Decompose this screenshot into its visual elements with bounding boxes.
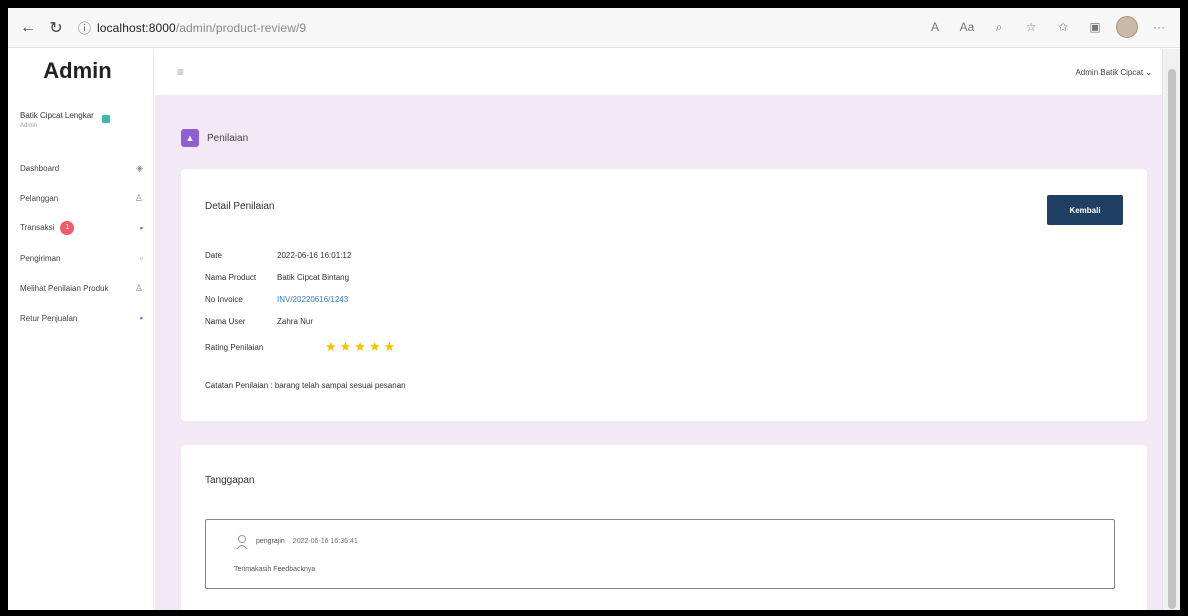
sidebar-item-label: Transaksi 1 (20, 221, 140, 235)
reply-date: 2022-06-16 16:36:41 (292, 538, 358, 545)
detail-row-date: Date 2022-06-16 16:01:12 (205, 251, 351, 260)
detail-label: No Invoice (205, 295, 243, 304)
note-label: Catatan Penilaian : (205, 381, 273, 390)
browser-tools: A Aa ⌕ ☆ ✩ ▣ ··· (924, 14, 1170, 40)
detail-label: Date (205, 251, 222, 260)
detail-card: Detail Penilaian Kembali Date 2022-06-16… (181, 169, 1147, 421)
sidebar-item-label: Dashboard (20, 163, 60, 173)
profile-avatar[interactable] (1116, 16, 1138, 38)
topbar: ≡ Admin Batik Cipcat ⌄ (155, 49, 1162, 95)
collections-icon[interactable]: ▣ (1084, 14, 1106, 40)
sidebar-item-transaksi[interactable]: Transaksi 1 ▪ (8, 213, 153, 243)
scrollbar[interactable] (1162, 49, 1180, 610)
note-row: Catatan Penilaian : barang telah sampai … (205, 381, 406, 390)
detail-label: Nama Product (205, 273, 257, 282)
detail-row-invoice: No Invoice INV/20220616/1243 (205, 295, 348, 304)
reply-meta: pengrajin 2022-06-16 16:36:41 (256, 538, 358, 545)
favorite-add-icon[interactable]: ☆ (1020, 14, 1042, 40)
zoom-icon[interactable]: ⌕ (988, 14, 1010, 40)
scrollbar-thumb[interactable] (1168, 69, 1176, 609)
rating-row: Rating Penilaian ★★★★★ (205, 339, 398, 355)
sidebar-item-retur[interactable]: Retur Penjualan ▪ (8, 303, 153, 333)
reply-author: pengrajin (256, 538, 285, 545)
review-icon: ♙ (134, 282, 143, 293)
user-menu[interactable]: Admin Batik Cipcat ⌄ (1075, 68, 1152, 77)
back-arrow-icon[interactable]: ← (14, 14, 42, 42)
url-host: localhost:8000 (97, 20, 176, 35)
sidebar-item-pengiriman[interactable]: Pengiriman ▫ (8, 243, 153, 273)
dashboard-icon: ◈ (136, 162, 143, 173)
notification-badge: 1 (60, 221, 75, 235)
note-value: barang telah sampai sesuai pesanan (274, 381, 406, 390)
favorites-icon[interactable]: ✩ (1052, 14, 1074, 40)
reply-item: pengrajin 2022-06-16 16:36:41 Terimakasi… (205, 519, 1115, 589)
detail-value: 2022-06-16 16:01:12 (277, 251, 352, 260)
browser-window: ← ↻ ⓘ localhost:8000/admin/product-revie… (8, 8, 1180, 610)
cart-icon: ▪ (139, 223, 143, 233)
address-bar[interactable]: localhost:8000/admin/product-review/9 (97, 21, 306, 35)
reply-title: Tanggapan (205, 475, 255, 486)
invoice-link[interactable]: INV/20220616/1243 (277, 295, 348, 304)
rating-label: Rating Penilaian (205, 342, 264, 352)
detail-row-user: Nama User Zahra Nur (205, 317, 313, 326)
read-aloud-icon[interactable]: A (924, 14, 946, 40)
hamburger-menu-icon[interactable]: ≡ (177, 65, 184, 79)
sidebar-item-dashboard[interactable]: Dashboard ◈ (8, 153, 153, 183)
sidebar-item-label: Melihat Penilaian Produk (20, 283, 109, 293)
sidebar-item-label: Pengiriman (20, 253, 61, 263)
brand-title[interactable]: Admin (8, 49, 153, 93)
profile-role: Admin (20, 123, 38, 129)
truck-icon: ▫ (139, 253, 143, 263)
page-title: Penilaian (207, 132, 249, 144)
detail-row-product: Nama Product Batik Cipcat Bintang (205, 273, 349, 282)
sidebar-item-pelanggan[interactable]: Pelanggan ♙ (8, 183, 153, 213)
sidebar: Admin Batik Cipcat Lengkar Admin Dashboa… (8, 49, 154, 610)
detail-value: Zahra Nur (277, 317, 314, 326)
reply-text: Terimakasih Feedbacknya (234, 566, 316, 573)
info-icon[interactable]: ⓘ (78, 18, 91, 37)
reply-card: Tanggapan pengrajin 2022-06-16 16:36:41 … (181, 445, 1147, 610)
more-icon[interactable]: ··· (1148, 14, 1170, 40)
sidebar-profile: Batik Cipcat Lengkar Admin (20, 111, 153, 129)
page-icon: ▲ (181, 129, 199, 147)
immersive-reader-icon[interactable]: Aa (956, 14, 978, 40)
user-avatar-icon (236, 535, 248, 550)
status-dot-icon (101, 115, 110, 123)
rating-stars-icon: ★★★★★ (325, 339, 399, 354)
users-icon: ♙ (134, 192, 143, 203)
detail-value: Batik Cipcat Bintang (277, 273, 350, 282)
sidebar-item-label: Retur Penjualan (20, 313, 78, 323)
sidebar-item-label: Pelanggan (20, 193, 59, 203)
detail-label: Nama User (205, 317, 246, 326)
url-path: /admin/product-review/9 (175, 20, 307, 35)
browser-toolbar: ← ↻ ⓘ localhost:8000/admin/product-revie… (8, 8, 1180, 48)
sidebar-item-penilaian[interactable]: Melihat Penilaian Produk ♙ (8, 273, 153, 303)
back-button[interactable]: Kembali (1047, 195, 1123, 225)
page-header: ▲ Penilaian (181, 129, 248, 147)
sidebar-menu: Dashboard ◈ Pelanggan ♙ Transaksi 1 ▪ Pen… (8, 153, 153, 333)
main-content: ▲ Penilaian Detail Penilaian Kembali Dat… (155, 95, 1162, 610)
profile-name: Batik Cipcat Lengkar (20, 111, 94, 120)
refresh-icon[interactable]: ↻ (42, 14, 70, 42)
return-icon: ▪ (139, 313, 143, 323)
detail-title: Detail Penilaian (205, 201, 275, 212)
